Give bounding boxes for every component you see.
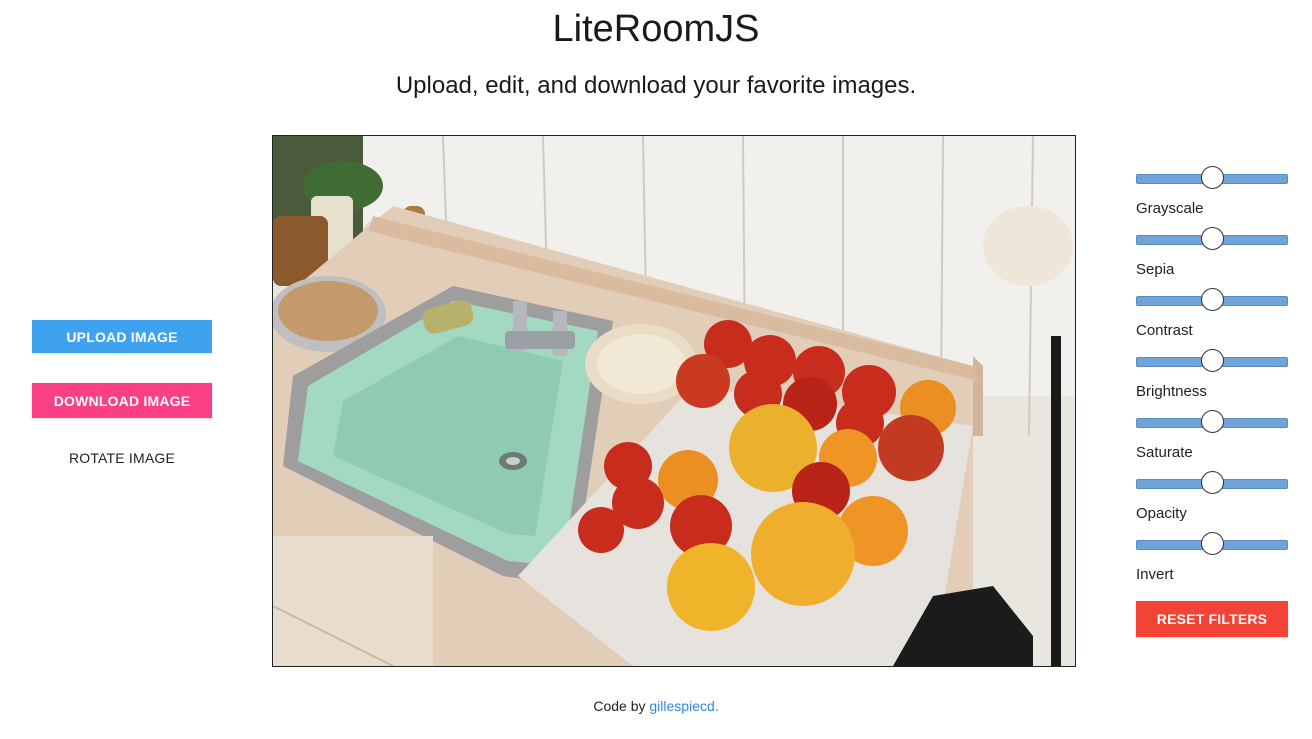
- invert-slider-thumb[interactable]: [1201, 532, 1224, 555]
- contrast-label: Contrast: [1136, 322, 1193, 339]
- grayscale-label: Grayscale: [1136, 200, 1204, 217]
- contrast-slider-thumb[interactable]: [1201, 288, 1224, 311]
- footer: Code by gillespiecd.: [0, 698, 1312, 714]
- opacity-slider-thumb[interactable]: [1201, 471, 1224, 494]
- opacity-label: Opacity: [1136, 505, 1187, 522]
- saturate-label: Saturate: [1136, 444, 1193, 461]
- saturate-slider-thumb[interactable]: [1201, 410, 1224, 433]
- rotate-image-button[interactable]: ROTATE IMAGE: [32, 447, 212, 469]
- grayscale-slider-thumb[interactable]: [1201, 166, 1224, 189]
- edited-image: [272, 135, 1076, 667]
- page-subtitle: Upload, edit, and download your favorite…: [395, 72, 917, 99]
- brightness-label: Brightness: [1136, 383, 1207, 400]
- upload-image-button[interactable]: UPLOAD IMAGE: [32, 320, 212, 353]
- photo-illustration: [273, 136, 1075, 666]
- sepia-label: Sepia: [1136, 261, 1175, 278]
- author-link[interactable]: gillespiecd.: [649, 698, 718, 714]
- brightness-slider-thumb[interactable]: [1201, 349, 1224, 372]
- download-image-button[interactable]: DOWNLOAD IMAGE: [32, 383, 212, 418]
- sepia-slider-thumb[interactable]: [1201, 227, 1224, 250]
- footer-credit-text: Code by: [593, 698, 646, 714]
- invert-label: Invert: [1136, 566, 1174, 583]
- page-title: LiteRoomJS: [552, 8, 760, 50]
- reset-filters-button[interactable]: RESET FILTERS: [1136, 601, 1288, 637]
